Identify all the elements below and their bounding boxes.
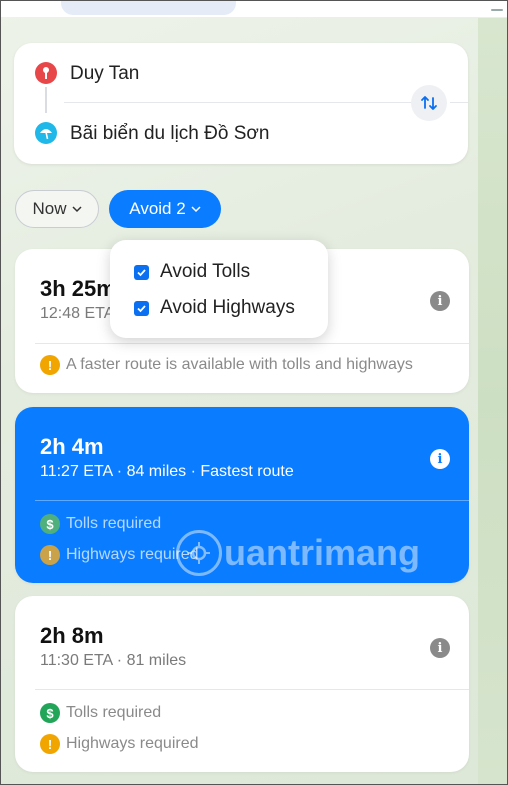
chevron-down-icon	[71, 206, 82, 213]
watermark-logo-icon	[176, 530, 222, 576]
route-note: ! Highways required	[40, 545, 199, 565]
top-bar	[1, 1, 507, 17]
watermark-text: uantrimang	[224, 532, 421, 573]
destination-field[interactable]: Bãi biển du lịch Đồ Sơn	[70, 123, 269, 145]
watermark: uantrimang	[176, 528, 446, 578]
route-note-text: A faster route is available with tolls a…	[66, 356, 413, 373]
avoid-tolls-option[interactable]: Avoid Tolls	[134, 261, 250, 283]
departure-time-button[interactable]: Now	[15, 190, 99, 228]
warning-icon: !	[40, 734, 60, 754]
window-control-icon[interactable]	[491, 9, 503, 11]
route-duration: 3h 25m	[40, 276, 116, 301]
checkbox-checked[interactable]	[134, 300, 149, 316]
swap-directions-button[interactable]	[411, 85, 447, 121]
map-edge[interactable]	[478, 18, 507, 784]
info-icon[interactable]: i	[430, 291, 450, 311]
warning-icon: !	[40, 355, 60, 375]
route-note: $ Tolls required	[40, 514, 161, 534]
avoid-highways-label: Avoid Highways	[160, 297, 295, 318]
directions-card: Duy Tan Bãi biển du lịch Đồ Sơn	[14, 43, 468, 164]
avoid-options-menu: Avoid Tolls Avoid Highways	[110, 240, 328, 338]
card-divider	[35, 500, 469, 501]
route-note: $ Tolls required	[40, 703, 161, 723]
route-note: ! Highways required	[40, 734, 199, 754]
avoid-options-label: Avoid 2	[129, 199, 186, 218]
fields-divider-right	[450, 102, 468, 103]
route-duration: 2h 8m	[40, 623, 104, 648]
dollar-icon: $	[40, 703, 60, 723]
origin-field[interactable]: Duy Tan	[70, 63, 139, 85]
avoid-tolls-label: Avoid Tolls	[160, 261, 251, 282]
route-eta: 11:27 ETA · 84 miles · Fastest route	[40, 463, 294, 480]
card-divider	[35, 689, 469, 690]
avoid-options-button[interactable]: Avoid 2	[109, 190, 221, 228]
info-icon[interactable]: i	[430, 449, 450, 469]
location-pin-icon	[35, 62, 57, 84]
route-eta: 12:48 ETA	[40, 305, 115, 322]
info-icon[interactable]: i	[430, 638, 450, 658]
route-note-text: Highways required	[66, 735, 199, 752]
route-connector	[45, 87, 47, 113]
departure-time-label: Now	[32, 199, 67, 218]
top-search-tab[interactable]	[61, 1, 236, 15]
card-divider	[35, 343, 469, 344]
chevron-down-icon	[191, 206, 201, 213]
avoid-highways-option[interactable]: Avoid Highways	[134, 297, 295, 319]
route-duration: 2h 4m	[40, 434, 104, 459]
fields-divider	[64, 102, 412, 103]
swap-arrows-icon	[421, 96, 437, 110]
route-eta: 11:30 ETA · 81 miles	[40, 652, 187, 669]
dollar-icon: $	[40, 514, 60, 534]
route-note-text: Tolls required	[66, 515, 162, 532]
route-note: ! A faster route is available with tolls…	[40, 355, 413, 375]
warning-icon: !	[40, 545, 60, 565]
route-note-text: Tolls required	[66, 704, 162, 721]
checkbox-checked[interactable]	[134, 264, 149, 280]
beach-umbrella-icon	[35, 122, 57, 144]
route-card[interactable]: 2h 8m 11:30 ETA · 81 miles i $ Tolls req…	[15, 596, 469, 772]
